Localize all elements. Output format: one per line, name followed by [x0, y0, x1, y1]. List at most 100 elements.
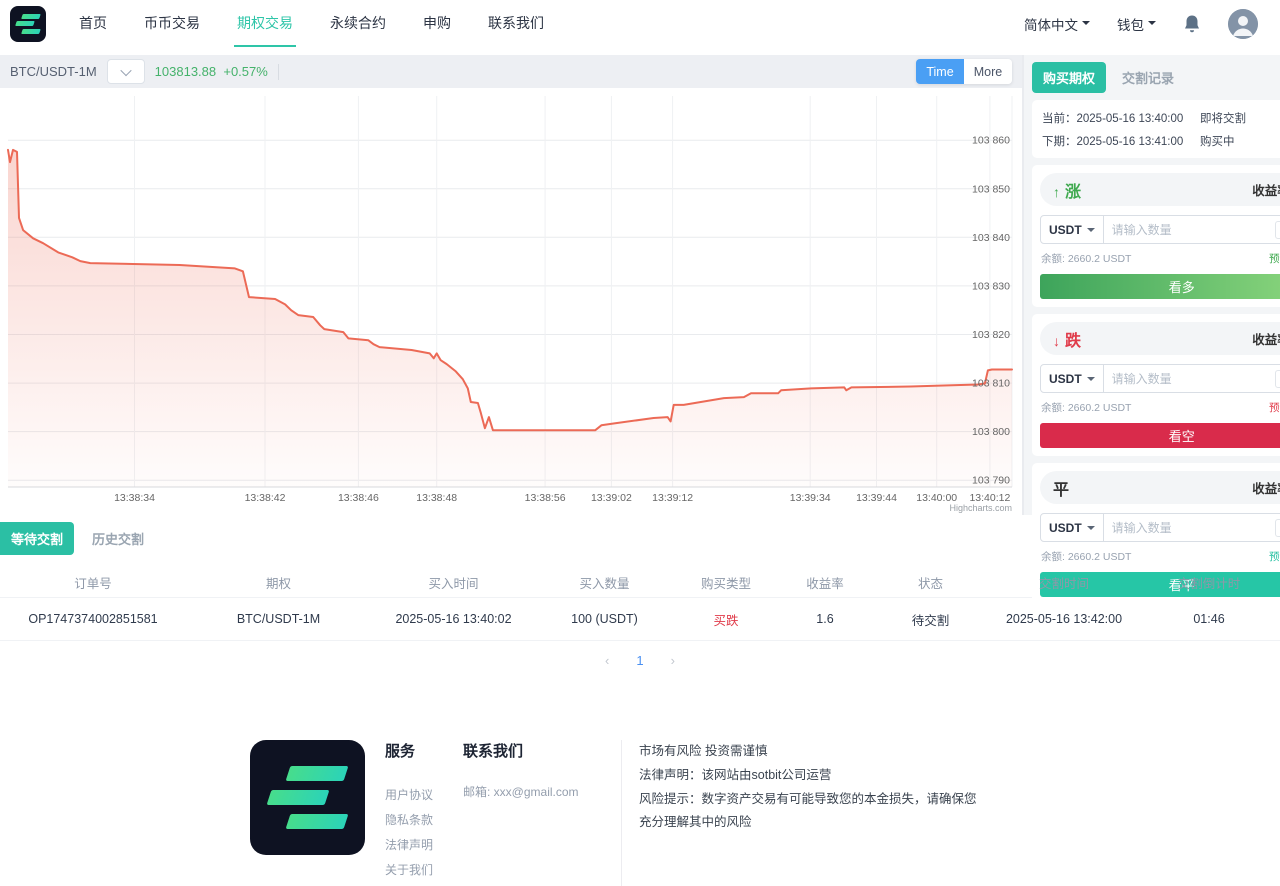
bet-down-card: ↓跌 收益率 1.6 USDT USDT 余额: 2660.2 USDT 预计收… [1032, 314, 1280, 456]
down-arrow-icon: ↓ [1053, 333, 1060, 349]
chevron-down-icon [1087, 377, 1095, 385]
flat-currency-select[interactable]: USDT [1041, 514, 1104, 541]
cell-countdown: 01:46 [1138, 612, 1280, 626]
svg-text:103 840: 103 840 [972, 232, 1010, 244]
cell-buy-amount: 100 (USDT) [536, 612, 673, 626]
bet-flat-header: 平 收益率 1.6 [1040, 471, 1280, 504]
tab-history-settlement[interactable]: 历史交割 [92, 529, 144, 548]
next-label: 下期： [1042, 136, 1077, 148]
svg-text:103 810: 103 810 [972, 378, 1010, 390]
legal-line-2: 法律声明：该网站由sotbit公司运营 [639, 764, 979, 787]
nav-item-subscribe[interactable]: 申购 [420, 0, 454, 47]
flat-amount-input[interactable] [1104, 521, 1275, 535]
notification-bell-icon[interactable] [1183, 14, 1201, 34]
bet-down-header: ↓跌 收益率 1.6 [1040, 322, 1280, 355]
tab-pending-settlement[interactable]: 等待交割 [0, 522, 74, 555]
link-legal-notice[interactable]: 法律声明 [385, 833, 433, 858]
current-period-row: 当前：2025-05-16 13:40:00 即将交割 00:46 [1042, 106, 1280, 129]
svg-text:13:38:56: 13:38:56 [525, 492, 566, 504]
up-currency-select[interactable]: USDT [1041, 216, 1104, 243]
main-nav: 首页 币币交易 期权交易 永续合约 申购 联系我们 [76, 0, 578, 47]
flat-unit-badge: USDT [1275, 519, 1280, 537]
footer-vertical-divider [621, 740, 622, 886]
svg-text:13:38:46: 13:38:46 [338, 492, 379, 504]
tab-buy-options[interactable]: 购买期权 [1032, 62, 1106, 93]
chevron-down-icon [1087, 526, 1095, 534]
chevron-down-icon [1082, 21, 1090, 29]
footer-service-column: 服务 用户协议 隐私条款 法律声明 关于我们 [385, 740, 433, 886]
up-title: 涨 [1065, 184, 1081, 201]
cell-order-id: OP1747374002851581 [0, 612, 186, 626]
cell-status: 待交割 [871, 610, 990, 629]
nav-item-options-trade[interactable]: 期权交易 [234, 0, 296, 47]
brand-logo[interactable] [10, 6, 46, 42]
prev-page-button[interactable]: ‹ [605, 653, 609, 668]
col-buy-type: 购买类型 [673, 573, 779, 592]
footer-contact-column: 联系我们 邮箱: xxx@gmail.com [463, 740, 603, 886]
svg-text:103 790: 103 790 [972, 475, 1010, 487]
link-privacy-terms[interactable]: 隐私条款 [385, 808, 433, 833]
down-currency-select[interactable]: USDT [1041, 365, 1104, 392]
up-balance: 余额: 2660.2 USDT [1041, 251, 1131, 266]
period-info-card: 当前：2025-05-16 13:40:00 即将交割 00:46 下期：202… [1032, 100, 1280, 158]
go-short-button[interactable]: 看空 [1040, 423, 1280, 448]
svg-text:Highcharts.com: Highcharts.com [949, 503, 1012, 513]
next-time: 2025-05-16 13:41:00 [1077, 136, 1184, 148]
next-period-row: 下期：2025-05-16 13:41:00 购买中 01:46 [1042, 129, 1280, 152]
next-page-button[interactable]: › [671, 653, 675, 668]
col-order-id: 订单号 [0, 573, 186, 592]
cell-buy-time: 2025-05-16 13:40:02 [371, 612, 536, 626]
page-1-button[interactable]: 1 [636, 653, 643, 668]
svg-text:13:39:44: 13:39:44 [856, 492, 897, 504]
last-price: 103813.88 +0.57% [155, 64, 268, 79]
pair-label: BTC/USDT-1M [10, 64, 97, 79]
up-arrow-icon: ↑ [1053, 184, 1060, 200]
chart-mode-segmented: Time More [916, 59, 1012, 84]
user-avatar[interactable] [1228, 9, 1258, 39]
legal-line-1: 市场有风险 投资需谨慎 [639, 740, 979, 763]
up-rate: 收益率 1.6 [1252, 180, 1280, 199]
up-unit-badge: USDT [1275, 221, 1280, 239]
nav-item-spot-trade[interactable]: 币币交易 [141, 0, 203, 47]
language-dropdown[interactable]: 简体中文 [1024, 14, 1090, 34]
chevron-down-icon [120, 64, 131, 75]
up-amount-row: USDT USDT [1040, 215, 1280, 244]
flat-rate: 收益率 1.6 [1252, 478, 1280, 497]
down-amount-input[interactable] [1104, 372, 1275, 386]
flat-amount-row: USDT USDT [1040, 513, 1280, 542]
nav-item-contact[interactable]: 联系我们 [485, 0, 547, 47]
svg-text:13:39:12: 13:39:12 [652, 492, 693, 504]
pair-select-dropdown[interactable] [107, 59, 145, 84]
col-buy-amount: 买入数量 [536, 573, 673, 592]
col-buy-time: 买入时间 [371, 573, 536, 592]
cell-option: BTC/USDT-1M [186, 612, 371, 626]
price-chart[interactable]: 103 860103 850103 840103 830103 820103 8… [0, 88, 1022, 520]
contact-title: 联系我们 [463, 740, 603, 761]
up-meta-row: 余额: 2660.2 USDT 预计收益: 0 [1041, 251, 1280, 266]
contact-email: 邮箱: xxx@gmail.com [463, 783, 603, 800]
nav-item-perpetual[interactable]: 永续合约 [327, 0, 389, 47]
link-about-us[interactable]: 关于我们 [385, 858, 433, 883]
chart-column: BTC/USDT-1M 103813.88 +0.57% Time More 1… [0, 55, 1022, 515]
more-mode-button[interactable]: More [964, 59, 1012, 84]
col-rate: 收益率 [779, 573, 871, 592]
trade-panel: 购买期权 交割记录 当前：2025-05-16 13:40:00 即将交割 00… [1022, 55, 1280, 515]
tab-settlement-records[interactable]: 交割记录 [1122, 68, 1174, 87]
svg-text:13:38:48: 13:38:48 [416, 492, 457, 504]
nav-item-home[interactable]: 首页 [76, 0, 110, 47]
svg-text:103 860: 103 860 [972, 135, 1010, 147]
time-mode-button[interactable]: Time [916, 59, 964, 84]
cell-buy-type: 买跌 [673, 610, 779, 629]
legal-line-3: 风险提示：数字资产交易有可能导致您的本金损失，请确保您充分理解其中的风险 [639, 788, 979, 834]
svg-text:13:38:34: 13:38:34 [114, 492, 155, 504]
wallet-dropdown[interactable]: 钱包 [1117, 14, 1156, 34]
down-amount-row: USDT USDT [1040, 364, 1280, 393]
bet-up-card: ↑ 涨 收益率 1.6 USDT USDT 余额: 2660.2 USDT 预计收… [1032, 165, 1280, 307]
link-user-agreement[interactable]: 用户协议 [385, 783, 433, 808]
col-settle-time: 交割时间 [990, 573, 1138, 592]
go-long-button[interactable]: 看多 [1040, 274, 1280, 299]
up-amount-input[interactable] [1104, 223, 1275, 237]
svg-text:13:39:34: 13:39:34 [790, 492, 831, 504]
svg-text:103 850: 103 850 [972, 183, 1010, 195]
down-rate: 收益率 1.6 [1252, 329, 1280, 348]
